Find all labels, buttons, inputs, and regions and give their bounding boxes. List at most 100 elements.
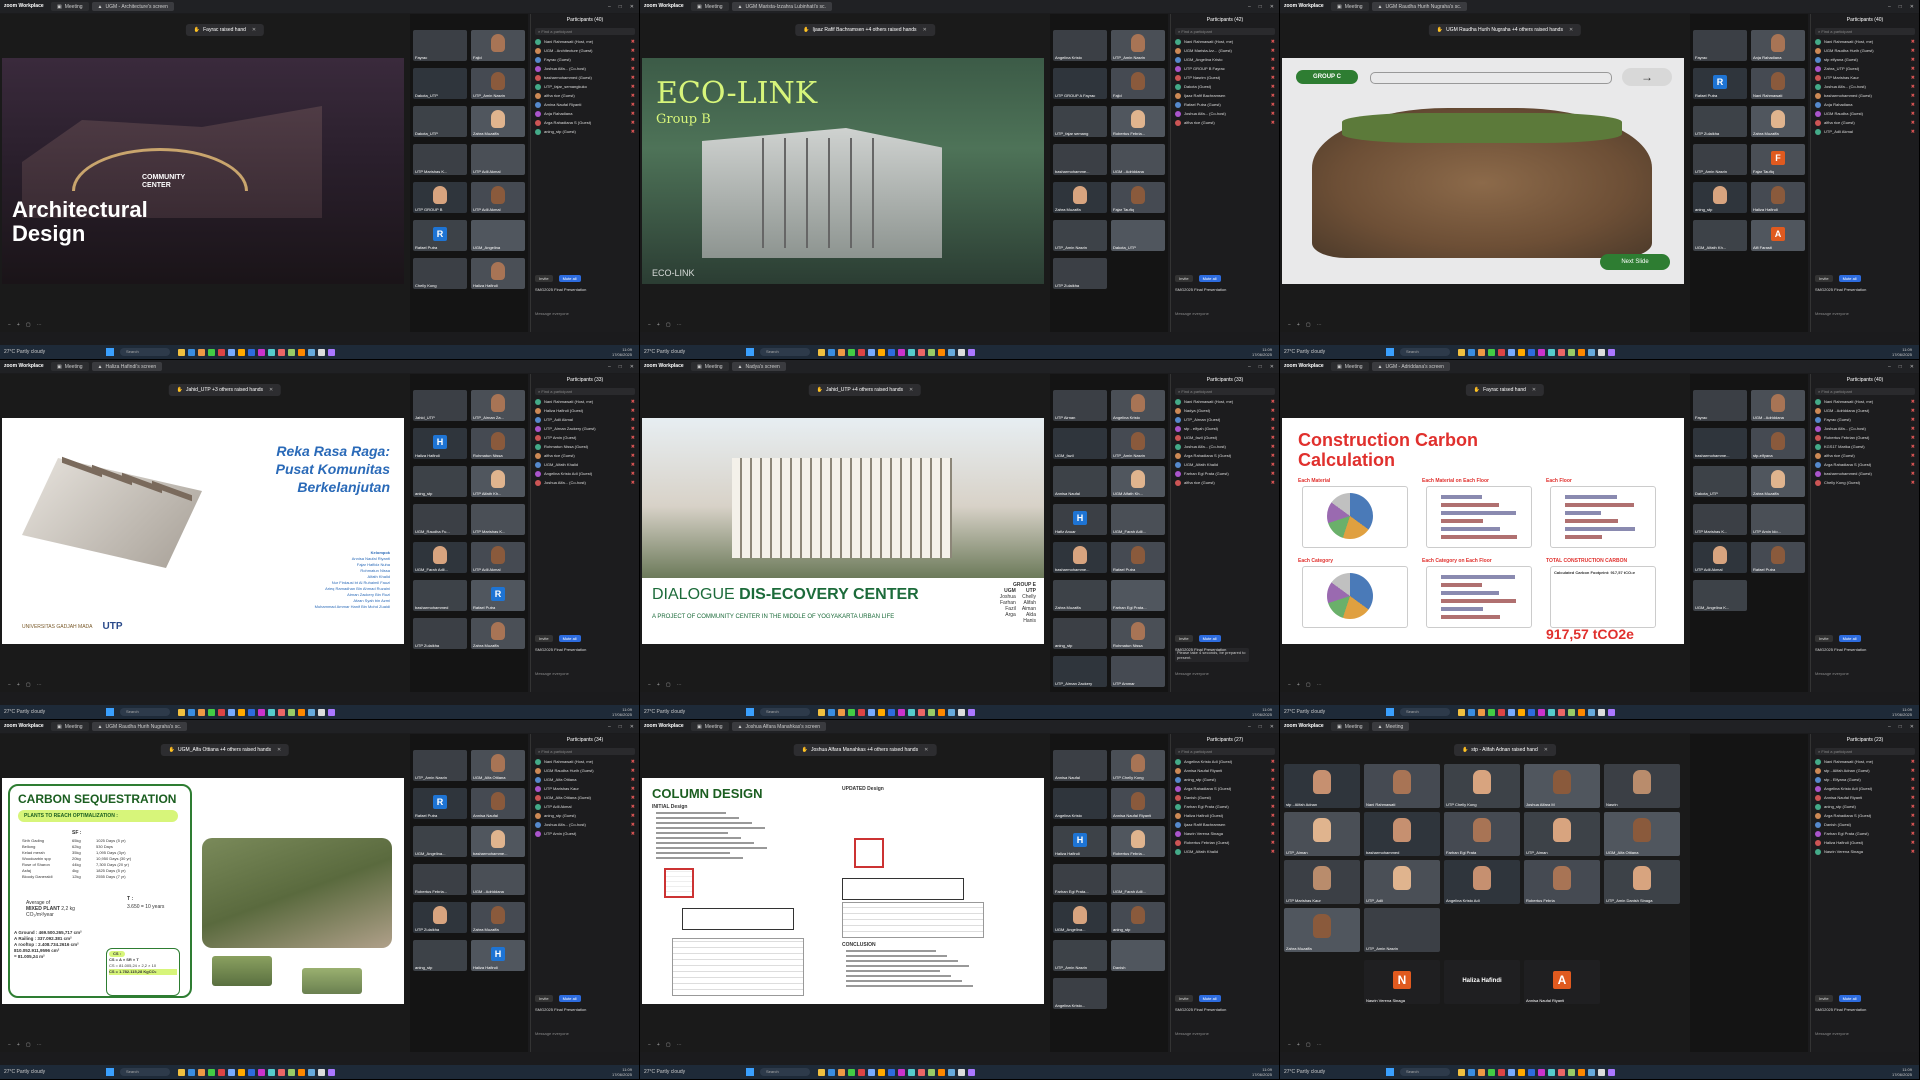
windows-start-icon[interactable]: [1386, 1068, 1394, 1076]
participant-row[interactable]: UGM_Alfa Ottiana (Guest) ✖: [531, 793, 639, 802]
zoom-in-icon[interactable]: +: [1297, 1042, 1300, 1048]
app-icon[interactable]: [1488, 348, 1495, 356]
participant-row[interactable]: Nani Rahmawati (Host, me) ✖: [1811, 37, 1919, 46]
app-icon[interactable]: [958, 1068, 965, 1076]
app-icon[interactable]: [1518, 348, 1525, 356]
video-thumbnail[interactable]: UGM Alfath Kh...: [1111, 466, 1165, 497]
video-thumbnail[interactable]: UGM_Angelina: [471, 220, 525, 251]
video-thumbnail[interactable]: Annisa Naufal: [1053, 750, 1107, 781]
close-icon[interactable]: ✕: [630, 724, 634, 730]
mute-all-button[interactable]: Mute all: [1838, 995, 1861, 1002]
participant-row[interactable]: Amina Naufal Riyanti ✖: [531, 100, 639, 109]
mute-all-button[interactable]: Mute all: [1198, 275, 1221, 282]
raised-hands-banner[interactable]: ✋ UGM Raudha Hurih Nugraha +4 others rais…: [1428, 24, 1582, 36]
app-icon[interactable]: [268, 708, 275, 716]
chat-input[interactable]: Message everyone: [1815, 1031, 1849, 1036]
video-thumbnail[interactable]: Annisa Naufal: [471, 788, 525, 819]
fit-icon[interactable]: ▢: [666, 682, 671, 688]
participant-row[interactable]: Nasrin Verena Sinaga ✖: [1811, 847, 1919, 856]
participant-row[interactable]: Nani Rahmawati (Host, me) ✖: [531, 757, 639, 766]
tab-meeting[interactable]: ▣ Meeting: [51, 362, 89, 371]
raised-hands-banner[interactable]: ✋ Joshua Alfara Manahkas +4 others raised…: [793, 744, 937, 756]
video-thumbnail[interactable]: Fajid: [1111, 68, 1165, 99]
more-icon[interactable]: ⋯: [37, 322, 42, 328]
zoom-out-icon[interactable]: −: [648, 322, 651, 328]
video-thumbnail[interactable]: UTP_Airnan Zackery: [1053, 656, 1107, 687]
app-icon[interactable]: [858, 1068, 865, 1076]
participant-row[interactable]: Farhan Egi Prata (Guest) ✖: [1171, 802, 1279, 811]
video-thumbnail[interactable]: stp-elfyana: [1751, 428, 1805, 459]
participant-row[interactable]: alfha rice (Guest) ✖: [531, 91, 639, 100]
participant-row[interactable]: UGM Marista-Izz... (Guest) ✖: [1171, 46, 1279, 55]
video-thumbnail[interactable]: basharmohammed: [413, 580, 467, 611]
participant-search-input[interactable]: ⌕ Find a participant: [535, 28, 635, 35]
app-icon[interactable]: [1508, 708, 1515, 716]
app-icon[interactable]: [938, 348, 945, 356]
video-thumbnail[interactable]: UGM_Angelina...: [1053, 902, 1107, 933]
app-icon[interactable]: [828, 1068, 835, 1076]
taskbar-search[interactable]: Search: [1400, 708, 1450, 716]
zoom-out-icon[interactable]: −: [8, 322, 11, 328]
fit-icon[interactable]: ▢: [26, 322, 31, 328]
participant-row[interactable]: Nani Rahmawati (Host, me) ✖: [531, 37, 639, 46]
app-icon[interactable]: [178, 708, 185, 716]
app-icon[interactable]: [328, 348, 335, 356]
participant-row[interactable]: UTP Amin (Guest) ✖: [531, 829, 639, 838]
video-thumbnail[interactable]: Annisa Naufal: [1053, 466, 1107, 497]
close-icon[interactable]: ✕: [1270, 724, 1274, 730]
gallery-tile[interactable]: Robertus Febria: [1524, 860, 1600, 904]
gallery-tile[interactable]: Haliza Hafindi: [1444, 960, 1520, 1004]
video-thumbnail[interactable]: H Hafiz Anuar: [1053, 504, 1107, 535]
more-icon[interactable]: ⋯: [677, 682, 682, 688]
app-icon[interactable]: [208, 708, 215, 716]
participant-row[interactable]: Rafael Putra (Guest) ✖: [1171, 100, 1279, 109]
video-thumbnail[interactable]: UGM - Adriddana: [471, 864, 525, 895]
app-icon[interactable]: [888, 708, 895, 716]
zoom-in-icon[interactable]: +: [1297, 682, 1300, 688]
participant-row[interactable]: Joshua Alfa... (Co-host) ✖: [531, 820, 639, 829]
video-thumbnail[interactable]: Fayrac: [413, 30, 467, 61]
participant-row[interactable]: Ijaaz Rafif Bachramsen ✖: [1171, 91, 1279, 100]
chat-room[interactable]: SMG2025 Final Presentation: [535, 647, 586, 652]
weather-widget[interactable]: 27°C Partly cloudy: [640, 1069, 686, 1075]
app-icon[interactable]: [218, 708, 225, 716]
participant-row[interactable]: basharmohammed (Guest) ✖: [1811, 91, 1919, 100]
app-icon[interactable]: [318, 348, 325, 356]
gallery-tile[interactable]: stp - Alifah Adnan: [1284, 764, 1360, 808]
participant-row[interactable]: Nasrin Verena Sinaga ✖: [1171, 829, 1279, 838]
app-icon[interactable]: [288, 1068, 295, 1076]
chat-input[interactable]: Message everyone: [535, 671, 569, 676]
raised-hands-banner[interactable]: ✋ Jahid_UTP +4 others raised hands ✕: [808, 384, 922, 396]
video-thumbnail[interactable]: H Haliza Hafindi: [413, 428, 467, 459]
invite-button[interactable]: Invite: [1815, 635, 1833, 642]
video-thumbnail[interactable]: UGM_Farah Adli...: [1111, 504, 1165, 535]
video-thumbnail[interactable]: Zahra Muzaffa: [1751, 466, 1805, 497]
participant-row[interactable]: aning_stp (Guest) ✖: [531, 127, 639, 136]
app-icon[interactable]: [1528, 1068, 1535, 1076]
app-icon[interactable]: [328, 1068, 335, 1076]
chat-room[interactable]: SMG2025 Final Presentation: [1815, 1007, 1866, 1012]
video-thumbnail[interactable]: Danish: [1111, 940, 1165, 971]
gallery-tile[interactable]: A Annisa Naufal Riyanti: [1524, 960, 1600, 1004]
app-icon[interactable]: [1568, 1068, 1575, 1076]
app-icon[interactable]: [258, 708, 265, 716]
participant-row[interactable]: Arga Rahadiana S (Guest) ✖: [1171, 451, 1279, 460]
zoom-out-icon[interactable]: −: [8, 682, 11, 688]
zoom-in-icon[interactable]: +: [1297, 322, 1300, 328]
app-icon[interactable]: [1468, 1068, 1475, 1076]
app-icon[interactable]: [938, 1068, 945, 1076]
participant-row[interactable]: Arga Rahadiana S (Guest) ✖: [1171, 784, 1279, 793]
app-icon[interactable]: [908, 1068, 915, 1076]
chat-input[interactable]: Message everyone: [535, 311, 569, 316]
app-icon[interactable]: [898, 348, 905, 356]
participant-row[interactable]: stp elfyana (Guest) ✖: [1811, 55, 1919, 64]
mute-all-button[interactable]: Mute all: [1198, 635, 1221, 642]
participant-row[interactable]: UTP_Airnan Zackery (Guest) ✖: [531, 424, 639, 433]
chat-input[interactable]: Message everyone: [1815, 311, 1849, 316]
app-icon[interactable]: [1478, 708, 1485, 716]
mute-all-button[interactable]: Mute all: [558, 635, 581, 642]
chat-room[interactable]: SMG2025 Final Presentation: [1815, 287, 1866, 292]
system-clock[interactable]: 11:09 17/06/2025: [1892, 1067, 1919, 1077]
video-thumbnail[interactable]: Rafael Putra: [1111, 542, 1165, 573]
app-icon[interactable]: [208, 348, 215, 356]
